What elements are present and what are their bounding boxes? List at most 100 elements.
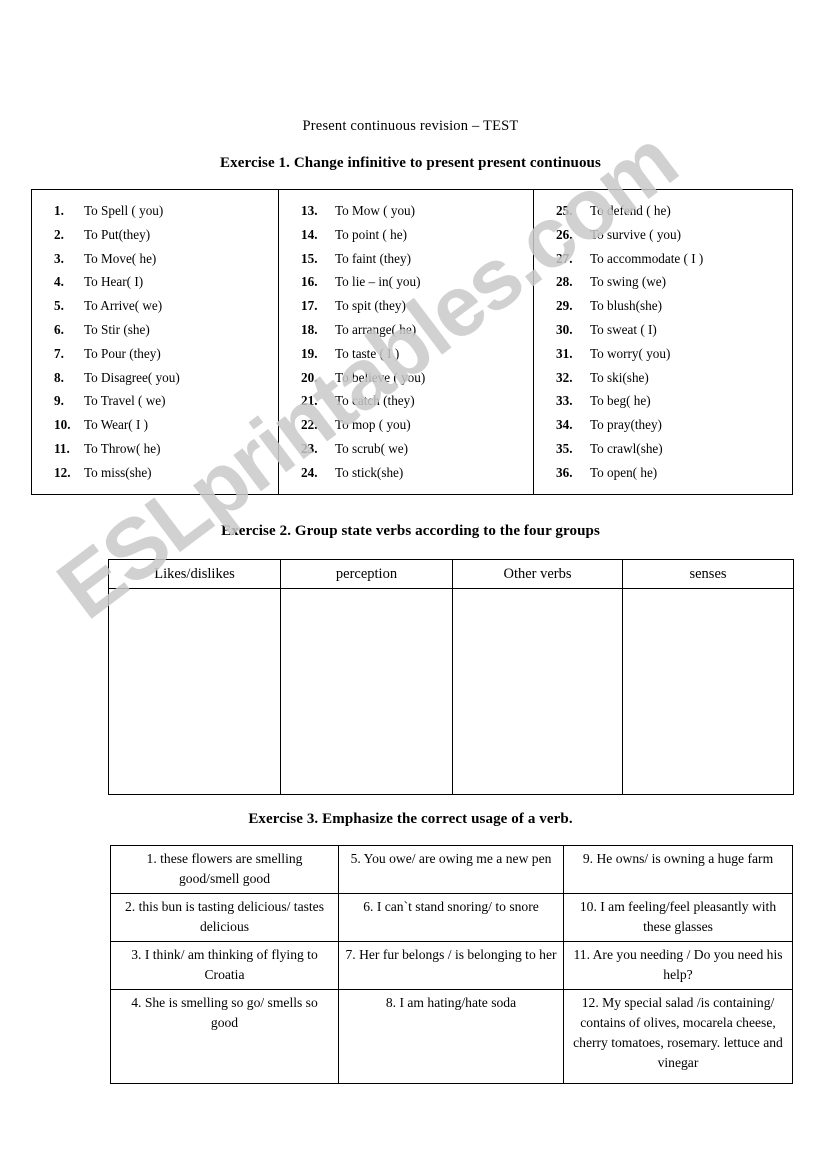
verb-number: 32.	[556, 369, 573, 385]
verb-number: 25.	[556, 203, 573, 218]
verb-number: 12.	[54, 464, 71, 480]
verb-number: 20.	[301, 369, 318, 385]
verb-number: 13.	[301, 203, 318, 218]
verb-item: 21. To catch (they)	[279, 389, 533, 413]
verb-number: 7.	[54, 345, 64, 361]
verb-item: 7. To Pour (they)	[32, 342, 278, 366]
verb-text: To Hear( I)	[84, 274, 144, 290]
exercise-2-heading: Exercise 2. Group state verbs according …	[221, 523, 600, 539]
column-header-likes-dislikes: Likes/dislikes	[108, 559, 281, 589]
sentence-cell[interactable]: 4. She is smelling so go/ smells so good	[110, 989, 339, 1084]
verb-number: 26.	[556, 226, 573, 242]
verb-item: 3. To Move( he)	[32, 247, 278, 271]
exercise-3-heading: Exercise 3. Emphasize the correct usage …	[248, 811, 573, 827]
verb-text: To taste ( I )	[335, 345, 400, 361]
verb-item: 29. To blush(she)	[534, 294, 792, 318]
verb-item: 33. To beg( he)	[534, 389, 792, 413]
verb-text: To Mow ( you)	[335, 203, 416, 218]
verb-number: 34.	[556, 417, 573, 433]
verb-text: To scrub( we)	[335, 440, 409, 456]
answer-cell-likes-dislikes[interactable]	[108, 588, 281, 795]
verb-number: 33.	[556, 393, 573, 409]
exercise-3-table: 1. these flowers are smelling good/smell…	[110, 845, 793, 1084]
verb-number: 28.	[556, 274, 573, 290]
verb-number: 11.	[54, 440, 70, 456]
verb-number: 15.	[301, 250, 318, 266]
verb-text: To catch (they)	[335, 393, 415, 409]
sentence-cell[interactable]: 3. I think/ am thinking of flying to Cro…	[110, 941, 339, 990]
verb-item: 20. To believe ( you)	[279, 366, 533, 390]
verb-item: 4. To Hear( I)	[32, 270, 278, 294]
exercise-1-heading: Exercise 1. Change infinitive to present…	[220, 155, 601, 171]
table-header-row: Likes/dislikes perception Other verbs se…	[108, 559, 794, 589]
sentence-cell[interactable]: 2. this bun is tasting delicious/ tastes…	[110, 893, 339, 942]
verb-item: 35. To crawl(she)	[534, 437, 792, 461]
verb-text: To survive ( you)	[590, 226, 682, 242]
exercise-1-column-2: 13. To Mow ( you) 14. To point ( he) 15. To…	[279, 190, 534, 494]
verb-item: 28. To swing (we)	[534, 270, 792, 294]
verb-item: 27. To accommodate ( I )	[534, 247, 792, 271]
answer-cell-perception[interactable]	[280, 588, 453, 795]
table-row	[108, 588, 794, 795]
verb-text: To Spell ( you)	[84, 203, 164, 218]
verb-text: To Wear( I )	[84, 417, 149, 433]
verb-item: 32. To ski(she)	[534, 366, 792, 390]
verb-number: 16.	[301, 274, 318, 290]
sentence-cell[interactable]: 1. these flowers are smelling good/smell…	[110, 845, 339, 894]
column-header-other-verbs: Other verbs	[452, 559, 623, 589]
verb-number: 19.	[301, 345, 318, 361]
verb-text: To Disagree( you)	[84, 369, 180, 385]
verb-item: 19. To taste ( I )	[279, 342, 533, 366]
verb-text: To ski(she)	[590, 369, 649, 385]
verb-item: 1. To Spell ( you)	[32, 199, 278, 223]
verb-item: 6. To Stir (she)	[32, 318, 278, 342]
sentence-cell[interactable]: 6. I can`t stand snoring/ to snore	[338, 893, 564, 942]
verb-text: To stick(she)	[335, 464, 404, 480]
verb-text: To arrange( he)	[335, 321, 417, 337]
verb-number: 31.	[556, 345, 573, 361]
verb-text: To Travel ( we)	[84, 393, 166, 409]
answer-cell-senses[interactable]	[622, 588, 794, 795]
sentence-cell[interactable]: 10. I am feeling/feel pleasantly with th…	[563, 893, 793, 942]
verb-text: To sweat ( I)	[590, 321, 657, 337]
worksheet-page: Present continuous revision – TEST Exerc…	[0, 0, 821, 1169]
verb-number: 18.	[301, 321, 318, 337]
verb-item: 26. To survive ( you)	[534, 223, 792, 247]
answer-cell-other-verbs[interactable]	[452, 588, 623, 795]
verb-item: 14. To point ( he)	[279, 223, 533, 247]
sentence-cell[interactable]: 9. He owns/ is owning a huge farm	[563, 845, 793, 894]
verb-item: 5. To Arrive( we)	[32, 294, 278, 318]
verb-text: To Move( he)	[84, 250, 157, 266]
verb-number: 8.	[54, 369, 64, 385]
verb-text: To defend ( he)	[590, 203, 671, 218]
verb-text: To Arrive( we)	[84, 298, 163, 314]
exercise-1-table: 1. To Spell ( you) 2. To Put(they) 3. To Mo…	[31, 189, 793, 495]
exercise-1-column-3: 25. To defend ( he) 26. To survive ( you) …	[534, 190, 792, 494]
verb-text: To crawl(she)	[590, 440, 663, 456]
sentence-cell[interactable]: 11. Are you needing / Do you need his he…	[563, 941, 793, 990]
verb-number: 6.	[54, 321, 64, 337]
verb-number: 29.	[556, 298, 573, 314]
verb-text: To Throw( he)	[84, 440, 161, 456]
sentence-cell[interactable]: 7. Her fur belongs / is belonging to her	[338, 941, 564, 990]
verb-number: 21.	[301, 393, 318, 409]
exercise-2-table: Likes/dislikes perception Other verbs se…	[108, 559, 794, 795]
sentence-cell[interactable]: 5. You owe/ are owing me a new pen	[338, 845, 564, 894]
verb-item: 34. To pray(they)	[534, 413, 792, 437]
table-row: 1. these flowers are smelling good/smell…	[110, 845, 793, 894]
verb-text: To pray(they)	[590, 417, 662, 433]
sentence-cell[interactable]: 12. My special salad /is containing/ con…	[563, 989, 793, 1084]
verb-number: 27.	[556, 250, 573, 266]
verb-text: To point ( he)	[335, 226, 407, 242]
verb-number: 2.	[54, 226, 64, 242]
verb-item: 9. To Travel ( we)	[32, 389, 278, 413]
verb-number: 17.	[301, 298, 318, 314]
verb-text: To believe ( you)	[335, 369, 426, 385]
verb-item: 24. To stick(she)	[279, 461, 533, 485]
verb-item: 18. To arrange( he)	[279, 318, 533, 342]
verb-item: 25. To defend ( he)	[534, 199, 792, 223]
verb-text: To blush(she)	[590, 298, 662, 314]
table-row: 2. this bun is tasting delicious/ tastes…	[110, 893, 793, 942]
sentence-cell[interactable]: 8. I am hating/hate soda	[338, 989, 564, 1084]
verb-item: 17. To spit (they)	[279, 294, 533, 318]
